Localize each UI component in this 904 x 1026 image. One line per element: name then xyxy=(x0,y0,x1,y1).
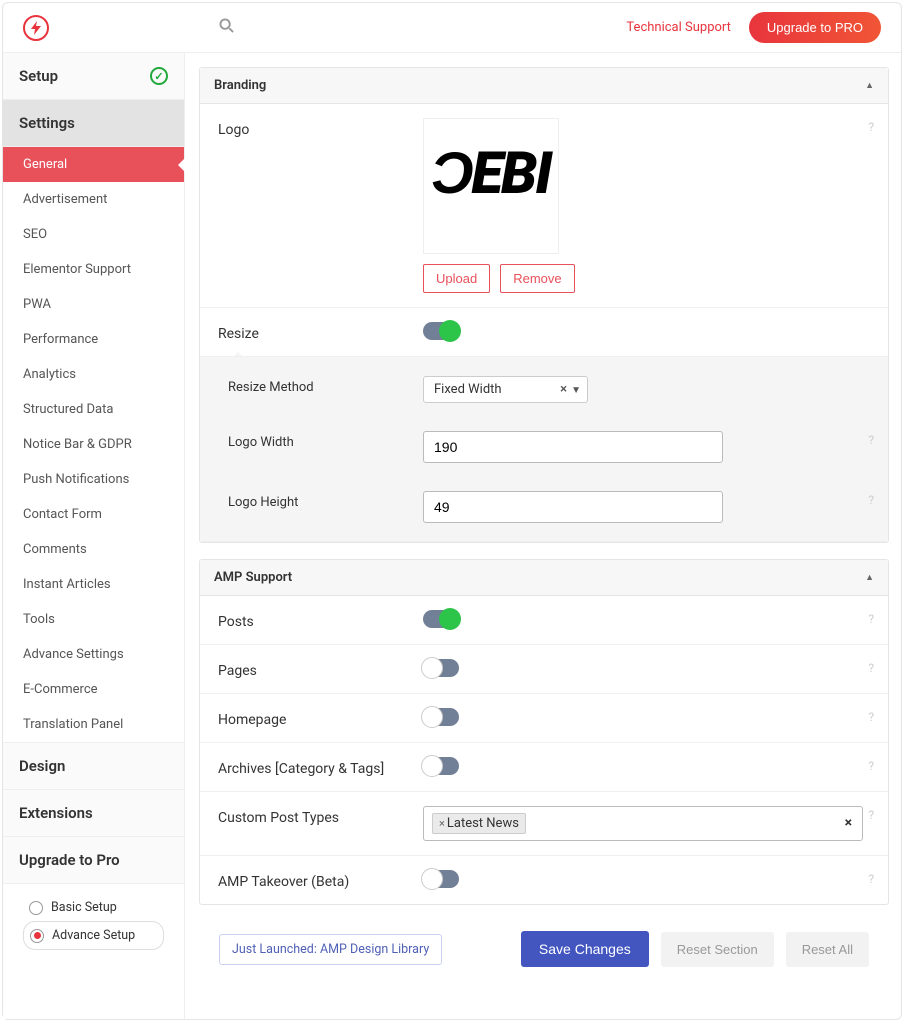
sidebar-item-contact-form[interactable]: Contact Form xyxy=(3,497,184,532)
collapse-icon: ▲ xyxy=(865,80,874,91)
help-icon[interactable]: ? xyxy=(868,710,874,724)
logo-height-label: Logo Height xyxy=(228,491,423,523)
app-logo-icon xyxy=(23,15,49,41)
pages-toggle[interactable] xyxy=(423,659,459,677)
help-icon[interactable]: ? xyxy=(868,661,874,675)
branding-card: Branding ▲ Logo ƆEBI Upload Remove ? xyxy=(199,67,889,543)
technical-support-link[interactable]: Technical Support xyxy=(626,20,730,35)
radio-advance-label: Advance Setup xyxy=(52,928,135,943)
amp-title: AMP Support xyxy=(214,570,292,585)
logo-width-label: Logo Width xyxy=(228,431,423,463)
posts-toggle[interactable] xyxy=(423,610,459,628)
logo-label: Logo xyxy=(218,118,423,293)
chevron-down-icon: ▼ xyxy=(571,385,581,396)
help-icon[interactable]: ? xyxy=(868,120,874,134)
sidebar-item-ecommerce[interactable]: E-Commerce xyxy=(3,672,184,707)
homepage-label: Homepage xyxy=(218,708,423,728)
resize-toggle[interactable] xyxy=(423,322,459,340)
resize-method-label: Resize Method xyxy=(228,376,423,403)
chip-remove-icon[interactable]: × xyxy=(439,817,445,830)
sidebar-settings-label: Settings xyxy=(19,114,75,132)
sidebar-item-advertisement[interactable]: Advertisement xyxy=(3,182,184,217)
sidebar-upgrade-pro-link[interactable]: Upgrade to Pro xyxy=(3,837,184,884)
reset-section-button[interactable]: Reset Section xyxy=(661,932,774,967)
help-icon[interactable]: ? xyxy=(868,493,874,507)
amp-card-header[interactable]: AMP Support ▲ xyxy=(200,560,888,596)
takeover-label: AMP Takeover (Beta) xyxy=(218,870,423,890)
sidebar-settings-heading[interactable]: Settings xyxy=(3,100,184,147)
reset-all-button[interactable]: Reset All xyxy=(786,932,869,967)
help-icon[interactable]: ? xyxy=(868,612,874,626)
topbar: Technical Support Upgrade to PRO xyxy=(3,3,901,53)
sidebar-item-general[interactable]: General xyxy=(3,147,184,182)
radio-icon xyxy=(30,929,44,943)
resize-row: Resize xyxy=(200,308,888,357)
custom-post-types-label: Custom Post Types xyxy=(218,806,423,841)
resize-label: Resize xyxy=(218,322,423,342)
sidebar-item-instant-articles[interactable]: Instant Articles xyxy=(3,567,184,602)
footer: Just Launched: AMP Design Library Save C… xyxy=(199,921,889,983)
sidebar-setup-label: Setup xyxy=(19,67,58,85)
just-launched-banner[interactable]: Just Launched: AMP Design Library xyxy=(219,934,442,965)
sidebar-item-performance[interactable]: Performance xyxy=(3,322,184,357)
collapse-icon: ▲ xyxy=(865,572,874,583)
sidebar-extensions-link[interactable]: Extensions xyxy=(3,790,184,837)
radio-basic-setup[interactable]: Basic Setup xyxy=(23,894,164,921)
chip-label: Latest News xyxy=(447,816,519,831)
resize-method-value: Fixed Width xyxy=(434,382,502,397)
sidebar-item-push-notifications[interactable]: Push Notifications xyxy=(3,462,184,497)
radio-basic-label: Basic Setup xyxy=(51,900,117,915)
sidebar-item-seo[interactable]: SEO xyxy=(3,217,184,252)
radio-icon xyxy=(29,901,43,915)
help-icon[interactable]: ? xyxy=(868,759,874,773)
pages-label: Pages xyxy=(218,659,423,679)
radio-advance-setup[interactable]: Advance Setup xyxy=(23,921,164,950)
logo-preview[interactable]: ƆEBI xyxy=(423,118,559,254)
custom-post-types-field[interactable]: × Latest News × xyxy=(423,806,863,841)
clear-all-icon[interactable]: × xyxy=(845,815,852,831)
search-icon[interactable] xyxy=(219,18,234,37)
sidebar-item-comments[interactable]: Comments xyxy=(3,532,184,567)
logo-height-input[interactable] xyxy=(423,491,723,523)
settings-submenu: General Advertisement SEO Elementor Supp… xyxy=(3,147,184,743)
branding-card-header[interactable]: Branding ▲ xyxy=(200,68,888,104)
takeover-toggle[interactable] xyxy=(423,870,459,888)
resize-method-select[interactable]: Fixed Width × ▼ xyxy=(423,376,588,403)
sidebar-item-elementor[interactable]: Elementor Support xyxy=(3,252,184,287)
sidebar-item-pwa[interactable]: PWA xyxy=(3,287,184,322)
amp-support-card: AMP Support ▲ Posts ? Pages ? Homepage ? xyxy=(199,559,889,905)
archives-label: Archives [Category & Tags] xyxy=(218,757,423,777)
sidebar-item-notice-bar[interactable]: Notice Bar & GDPR xyxy=(3,427,184,462)
sidebar-item-translation-panel[interactable]: Translation Panel xyxy=(3,707,184,742)
logo-image: ƆEBI xyxy=(432,140,551,208)
custom-post-types-chip[interactable]: × Latest News xyxy=(432,813,526,834)
posts-label: Posts xyxy=(218,610,423,630)
logo-row: Logo ƆEBI Upload Remove ? xyxy=(200,104,888,308)
sidebar-item-advance-settings[interactable]: Advance Settings xyxy=(3,637,184,672)
sidebar-item-tools[interactable]: Tools xyxy=(3,602,184,637)
branding-title: Branding xyxy=(214,78,266,93)
sidebar-item-structured-data[interactable]: Structured Data xyxy=(3,392,184,427)
remove-button[interactable]: Remove xyxy=(500,264,574,293)
upload-button[interactable]: Upload xyxy=(423,264,490,293)
resize-subsection: Resize Method Fixed Width × ▼ Logo Width xyxy=(200,357,888,542)
sidebar-item-analytics[interactable]: Analytics xyxy=(3,357,184,392)
save-button[interactable]: Save Changes xyxy=(521,931,649,967)
logo-width-input[interactable] xyxy=(423,431,723,463)
check-icon: ✓ xyxy=(150,67,168,85)
help-icon[interactable]: ? xyxy=(868,433,874,447)
sidebar: Setup ✓ Settings General Advertisement S… xyxy=(3,53,185,1019)
archives-toggle[interactable] xyxy=(423,757,459,775)
main-panel: Branding ▲ Logo ƆEBI Upload Remove ? xyxy=(185,53,901,1019)
sidebar-design-link[interactable]: Design xyxy=(3,743,184,790)
help-icon[interactable]: ? xyxy=(868,872,874,886)
upgrade-pro-button[interactable]: Upgrade to PRO xyxy=(749,12,881,43)
clear-icon[interactable]: × xyxy=(560,382,567,397)
homepage-toggle[interactable] xyxy=(423,708,459,726)
sidebar-setup-heading[interactable]: Setup ✓ xyxy=(3,53,184,100)
help-icon[interactable]: ? xyxy=(868,808,874,822)
